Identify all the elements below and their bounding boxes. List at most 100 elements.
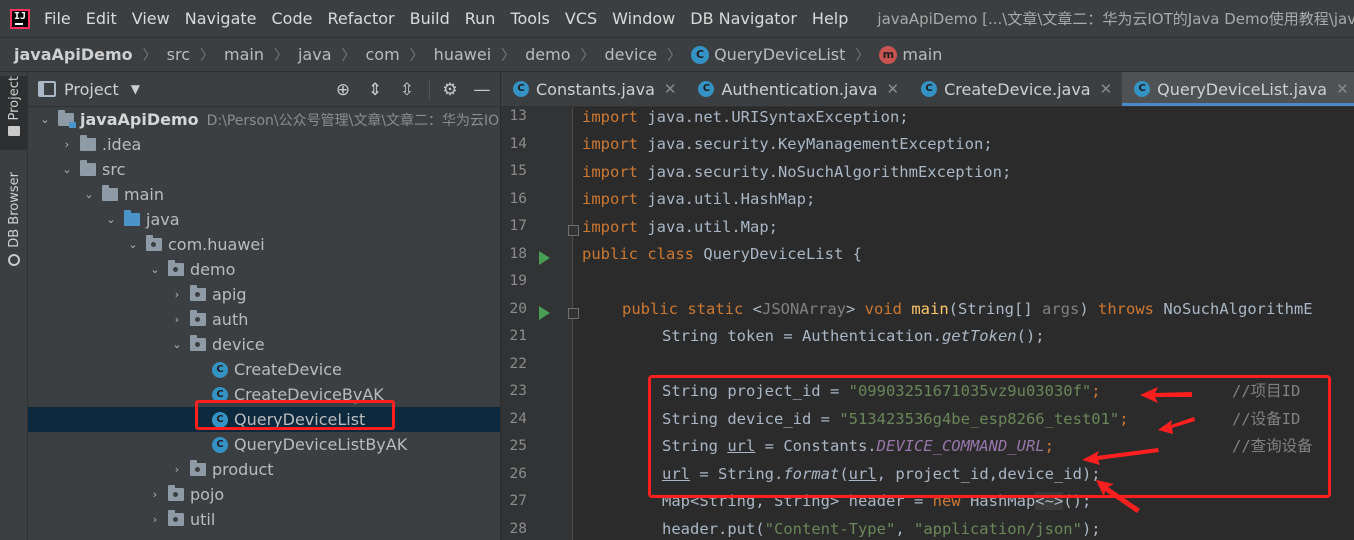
collapse-all-icon[interactable]: ⇳: [395, 78, 419, 102]
tree-node-label: pojo: [190, 485, 225, 504]
breadcrumb-item-class[interactable]: C QueryDeviceList: [691, 45, 845, 64]
chevron-down-icon[interactable]: ⌄: [36, 113, 54, 126]
tree-node-demo[interactable]: ⌄ demo: [28, 257, 500, 282]
tab-constants-java[interactable]: Constants.java ✕: [501, 72, 686, 106]
package-icon: [190, 285, 206, 301]
tree-node-pojo[interactable]: › pojo: [28, 482, 500, 507]
project-folder-icon: [8, 126, 20, 137]
folder-icon: [80, 160, 96, 176]
breadcrumb-item-project[interactable]: javaApiDemo: [14, 45, 133, 64]
breadcrumb-item-method[interactable]: m main: [879, 45, 942, 64]
breadcrumb-item-demo[interactable]: demo: [525, 45, 570, 64]
menu-tools[interactable]: Tools: [510, 9, 549, 28]
breadcrumb-class-label: QueryDeviceList: [714, 45, 846, 64]
java-class-icon: [212, 436, 228, 453]
project-panel-title[interactable]: Project: [64, 80, 119, 99]
breadcrumb: javaApiDemo 〉 src 〉 main 〉 java 〉 com 〉 …: [0, 37, 1354, 72]
tree-node-java[interactable]: ⌄ java: [28, 207, 500, 232]
code-token: QueryDeviceList {: [693, 245, 862, 263]
tool-tab-project-label: Project: [6, 76, 22, 121]
chevron-right-icon[interactable]: ›: [146, 488, 164, 501]
breadcrumb-separator-icon: 〉: [199, 47, 214, 64]
breadcrumb-item-main[interactable]: main: [224, 45, 264, 64]
tool-tab-project[interactable]: Project: [0, 76, 28, 150]
code-token: java.util.HashMap;: [638, 190, 816, 208]
tree-node-product[interactable]: › product: [28, 457, 500, 482]
code-line-21: String token = Authentication.getToken()…: [662, 323, 1045, 350]
tab-authentication-java[interactable]: Authentication.java ✕: [686, 72, 909, 106]
code-token: void: [864, 300, 902, 318]
line-number: 15: [509, 163, 527, 179]
hide-panel-icon[interactable]: —: [470, 78, 494, 102]
chevron-down-icon[interactable]: ⌄: [168, 338, 186, 351]
tree-node-auth[interactable]: › auth: [28, 307, 500, 332]
tree-node-label: CreateDevice: [234, 360, 342, 379]
close-icon[interactable]: ✕: [887, 80, 900, 98]
chevron-down-icon[interactable]: ⌄: [146, 263, 164, 276]
menu-view[interactable]: View: [132, 9, 170, 28]
menu-refactor[interactable]: Refactor: [327, 9, 394, 28]
tree-node-com-huawei[interactable]: ⌄ com.huawei: [28, 232, 500, 257]
chevron-down-icon[interactable]: ⌄: [124, 238, 142, 251]
code-token: JSONArray: [762, 300, 846, 318]
tree-node-src[interactable]: ⌄ src: [28, 157, 500, 182]
close-icon[interactable]: ✕: [1100, 80, 1113, 98]
chevron-down-icon[interactable]: ⌄: [102, 213, 120, 226]
tree-node-idea[interactable]: › .idea: [28, 132, 500, 157]
expand-all-icon[interactable]: ⇕: [363, 78, 387, 102]
chevron-right-icon[interactable]: ›: [168, 463, 186, 476]
code-token: java.net.URISyntaxException;: [638, 108, 909, 126]
line-number: 23: [509, 383, 527, 399]
menu-file[interactable]: File: [44, 9, 71, 28]
code-line-17: import java.util.Map;: [582, 214, 778, 241]
tree-node-partial[interactable]: ⌄: [28, 532, 500, 540]
menu-navigate[interactable]: Navigate: [185, 9, 257, 28]
code-line-20: public static <JSONArray> void main(Stri…: [622, 296, 1313, 323]
breadcrumb-item-huawei[interactable]: huawei: [434, 45, 491, 64]
chevron-down-icon[interactable]: ⌄: [80, 188, 98, 201]
breadcrumb-item-com[interactable]: com: [366, 45, 400, 64]
chevron-right-icon[interactable]: ›: [146, 513, 164, 526]
tree-node-label: .idea: [102, 135, 142, 154]
package-icon: [190, 310, 206, 326]
chevron-right-icon[interactable]: ›: [168, 288, 186, 301]
tool-window-strip: Project DB Browser: [0, 72, 28, 540]
tree-node-create-device[interactable]: CreateDevice: [28, 357, 500, 382]
chevron-right-icon[interactable]: ›: [168, 313, 186, 326]
run-class-icon[interactable]: [539, 251, 550, 265]
menu-run[interactable]: Run: [465, 9, 496, 28]
breadcrumb-item-src[interactable]: src: [167, 45, 190, 64]
gear-icon[interactable]: ⚙: [438, 78, 462, 102]
code-token: import: [582, 218, 638, 236]
chevron-down-icon[interactable]: ⌄: [58, 163, 76, 176]
tree-node-project-root[interactable]: ⌄ javaApiDemo D:\Person\公众号管理\文章\文章二：华为云…: [28, 107, 500, 132]
line-number: 25: [509, 438, 527, 454]
breadcrumb-item-java[interactable]: java: [298, 45, 332, 64]
run-main-icon[interactable]: [539, 306, 550, 320]
menu-code[interactable]: Code: [272, 9, 313, 28]
menu-db-navigator[interactable]: DB Navigator: [690, 9, 797, 28]
menu-help[interactable]: Help: [812, 9, 848, 28]
chevron-right-icon[interactable]: ›: [58, 138, 76, 151]
tab-create-device-java[interactable]: CreateDevice.java ✕: [909, 72, 1122, 106]
breadcrumb-item-device[interactable]: device: [605, 45, 658, 64]
tree-node-util[interactable]: › util: [28, 507, 500, 532]
tab-label: QueryDeviceList.java: [1157, 79, 1328, 99]
breadcrumb-separator-icon: 〉: [142, 47, 157, 64]
tree-node-apig[interactable]: › apig: [28, 282, 500, 307]
tree-node-label: main: [124, 185, 164, 204]
view-mode-dropdown-icon[interactable]: ▼: [131, 82, 140, 96]
menu-build[interactable]: Build: [410, 9, 450, 28]
tree-node-device[interactable]: ⌄ device: [28, 332, 500, 357]
menu-vcs[interactable]: VCS: [565, 9, 597, 28]
close-icon[interactable]: ✕: [664, 80, 677, 98]
menu-edit[interactable]: Edit: [86, 9, 117, 28]
menu-window[interactable]: Window: [612, 9, 675, 28]
project-tree: ⌄ javaApiDemo D:\Person\公众号管理\文章\文章二：华为云…: [28, 107, 500, 540]
locate-file-icon[interactable]: ⊕: [331, 78, 355, 102]
tree-node-main[interactable]: ⌄ main: [28, 182, 500, 207]
tab-query-device-list-java[interactable]: QueryDeviceList.java ✕: [1122, 72, 1354, 106]
tree-node-query-device-list-by-ak[interactable]: QueryDeviceListByAK: [28, 432, 500, 457]
tool-tab-db-browser[interactable]: DB Browser: [0, 172, 28, 272]
close-icon[interactable]: ✕: [1336, 80, 1349, 98]
